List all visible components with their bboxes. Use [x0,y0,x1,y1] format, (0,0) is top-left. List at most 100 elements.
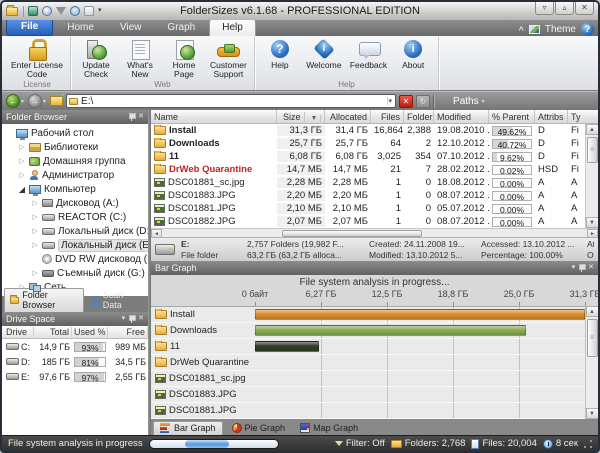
chart-row[interactable]: Downloads [151,323,585,339]
tree-item[interactable]: ◢Компьютер [2,182,148,196]
forward-button[interactable]: → [28,94,42,108]
chart-row[interactable]: 11 [151,339,585,355]
column-header-modified[interactable]: Modified [434,110,489,123]
pin-icon[interactable] [579,264,584,272]
file-row[interactable]: DSC01882.JPG2,07 МБ2,07 МБ1008.07.2012 .… [151,215,585,228]
column-header-total[interactable]: Total [34,327,72,337]
chart-row[interactable]: DSC01881.JPG [151,403,585,419]
scroll-down-icon[interactable]: ▼ [586,408,599,419]
tree-item[interactable]: ▷Локальный диск (D:) [2,224,148,238]
scroll-up-icon[interactable]: ▲ [586,124,599,135]
file-row[interactable]: DSC01881.JPG2,10 МБ2,10 МБ1005.07.2012 .… [151,202,585,215]
tab-file[interactable]: File [6,18,53,36]
column-header-pct-parent[interactable]: % Parent [489,110,535,123]
file-list-vscrollbar[interactable]: ▲ ≡ ▼ [585,124,598,228]
scan-icon[interactable] [28,6,38,16]
update-check-button[interactable]: UpdateCheck [74,37,118,80]
panel-menu-icon[interactable]: ▾ [122,315,126,323]
column-header-size[interactable]: Size▼ [277,110,325,123]
search-icon[interactable] [42,6,52,16]
whats-new-button[interactable]: What'sNew [118,37,162,80]
column-header-allocated[interactable]: Allocated [325,110,371,123]
file-row[interactable]: Install31,3 ГБ31,4 ГБ16,8642,38819.08.20… [151,124,585,137]
column-header-attribs[interactable]: Attribs [535,110,568,123]
tree-item[interactable]: ▷Администратор [2,168,148,182]
tab-graph[interactable]: Graph [155,20,207,36]
filter-icon[interactable] [56,7,66,15]
close-panel-icon[interactable]: ✕ [138,315,144,323]
forward-dropdown-icon[interactable]: ▾ [43,98,46,105]
scroll-thumb[interactable]: ≡ [587,137,598,163]
expander-icon[interactable]: ▷ [18,171,26,179]
cancel-scan-button[interactable]: ✕ [399,95,413,108]
scroll-up-icon[interactable]: ▲ [586,306,599,317]
expander-icon[interactable]: ▷ [31,227,39,235]
about-button[interactable]: About [391,37,435,80]
help-button[interactable]: Help [258,37,302,80]
file-list-hscrollbar[interactable]: ◄ ► [151,228,598,237]
paths-button[interactable]: Paths ▾ [437,96,488,107]
chart-row[interactable]: DSC01883.JPG [151,387,585,403]
expander-icon[interactable]: ▷ [18,143,26,151]
drive-row[interactable]: D:185 ГБ81%34,5 ГБN... [2,354,148,369]
file-row[interactable]: DSC01881_sc.jpg2,28 МБ2,28 МБ1018.08.201… [151,176,585,189]
address-dropdown-icon[interactable]: ▾ [387,97,394,105]
drive-row[interactable]: C:14,9 ГБ93%989 МБN... [2,339,148,354]
tree-item[interactable]: DVD RW дисковод (F:) [2,252,148,266]
tree-item[interactable]: ▷Домашняя группа [2,154,148,168]
maximize-button[interactable]: ▵ [555,1,574,15]
pin-icon[interactable] [129,315,134,323]
column-header-folders[interactable]: Folders [404,110,434,123]
close-button[interactable]: ✕ [575,1,594,15]
pin-icon[interactable] [129,113,134,121]
panel-menu-icon[interactable]: ▾ [572,264,576,272]
up-one-level-button[interactable] [50,96,63,106]
drive-row[interactable]: E:97,6 ГБ97%2,55 ГБN... [2,369,148,384]
column-header-drive[interactable]: Drive [4,327,34,337]
scroll-thumb[interactable] [282,230,422,237]
resize-grip[interactable] [584,440,592,448]
expander-icon[interactable]: ▷ [31,213,39,221]
history-icon[interactable] [70,6,80,16]
refresh-button[interactable]: ↻ [416,95,430,108]
chart-row[interactable]: DSC01881_sc.jpg [151,371,585,387]
tree-item[interactable]: ▷Библиотеки [2,140,148,154]
tab-home[interactable]: Home [55,20,106,36]
chart-vscrollbar[interactable]: ▲ ≡ ▼ [585,306,598,419]
expander-icon[interactable]: ▷ [31,241,39,249]
column-header-name[interactable]: Name [151,110,277,123]
expander-icon[interactable]: ▷ [31,199,39,207]
theme-button[interactable]: Theme [545,24,576,35]
expander-icon[interactable]: ▷ [18,157,26,165]
qat-dropdown-icon[interactable]: ▾ [98,6,102,16]
address-combo[interactable]: E:\ ▾ [66,94,396,108]
panel-tab-folder-browser[interactable]: Folder Browser [4,288,84,312]
report-icon[interactable] [84,6,94,16]
feedback-button[interactable]: Feedback [346,37,391,80]
scroll-down-icon[interactable]: ▼ [586,217,599,228]
enter-license-code-button[interactable]: Enter LicenseCode [7,37,67,80]
close-panel-icon[interactable]: ✕ [138,113,144,121]
file-row[interactable]: 116,08 ГБ6,08 ГБ3,02535407.10.2012 ...9.… [151,150,585,163]
home-page-button[interactable]: HomePage [162,37,206,80]
tree-item[interactable]: ▷Локальный диск (E:) [2,238,148,252]
back-dropdown-icon[interactable]: ▾ [21,98,24,105]
tree-item[interactable]: ▷Съемный диск (G:) [2,266,148,280]
expander-icon[interactable]: ▷ [31,269,39,277]
tree-item[interactable]: ▷Дисковод (A:) [2,196,148,210]
minimize-button[interactable]: ▿ [535,1,554,15]
back-button[interactable]: ← [6,94,20,108]
file-row[interactable]: Downloads25,7 ГБ25,7 ГБ64212.10.2012 ...… [151,137,585,150]
address-input[interactable]: E:\ [81,96,383,107]
column-header-free[interactable]: Free [108,327,148,337]
tab-help[interactable]: Help [209,19,256,36]
customer-support-button[interactable]: CustomerSupport [206,37,251,80]
tab-map-graph[interactable]: Map Graph [294,422,364,435]
tab-pie-graph[interactable]: Pie Graph [226,422,292,435]
collapse-ribbon-icon[interactable]: ^ [519,25,524,35]
help-circle-icon[interactable]: ? [581,23,594,36]
app-icon[interactable] [6,7,18,16]
panel-tab-scan-data[interactable]: Scan Data [86,289,146,312]
expander-icon[interactable]: ◢ [18,185,26,194]
chart-row[interactable]: Install [151,307,585,323]
